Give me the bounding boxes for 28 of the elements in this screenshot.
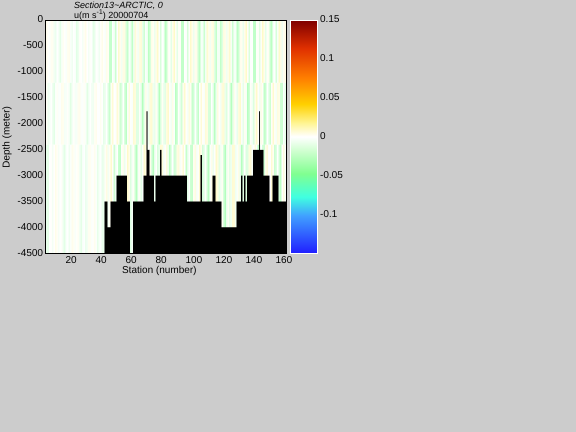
x-tick-label: 60: [126, 256, 137, 266]
y-tick-label: -4500: [17, 249, 43, 259]
y-tick-label: 0: [37, 15, 43, 25]
plot-title: Section13~ARCTIC, 0: [74, 0, 163, 10]
y-tick-label: -3500: [17, 197, 43, 207]
y-tick-label: -2500: [17, 145, 43, 155]
colorbar-tick-label: 0.05: [320, 93, 340, 103]
y-tick-label: -4000: [17, 223, 43, 233]
y-axis-label: Depth (meter): [2, 106, 12, 168]
plot-subtitle: u(m s$^{-1}$) 20000704: [74, 10, 148, 20]
y-tick-label: -1000: [17, 67, 43, 77]
y-tick-label: -500: [22, 41, 43, 51]
x-tick-label: 80: [156, 256, 167, 266]
colorbar-tick-label: -0.05: [320, 171, 343, 181]
x-tick-label: 100: [186, 256, 202, 266]
y-tick-label: -3000: [17, 171, 43, 181]
colorbar-tick-label: 0: [320, 132, 326, 142]
x-tick-label: 140: [246, 256, 262, 266]
colorbar-tick-label: 0.1: [320, 54, 334, 64]
x-tick-label: 20: [66, 256, 77, 266]
x-tick-label: 160: [276, 256, 292, 266]
colorbar-tick-label: 0.15: [320, 15, 340, 25]
y-tick-label: -1500: [17, 93, 43, 103]
x-tick-label: 120: [216, 256, 232, 266]
y-tick-label: -2000: [17, 119, 43, 129]
x-tick-label: 40: [96, 256, 107, 266]
x-axis-label: Station (number): [122, 266, 196, 276]
colorbar-tick-label: -0.1: [320, 210, 338, 220]
